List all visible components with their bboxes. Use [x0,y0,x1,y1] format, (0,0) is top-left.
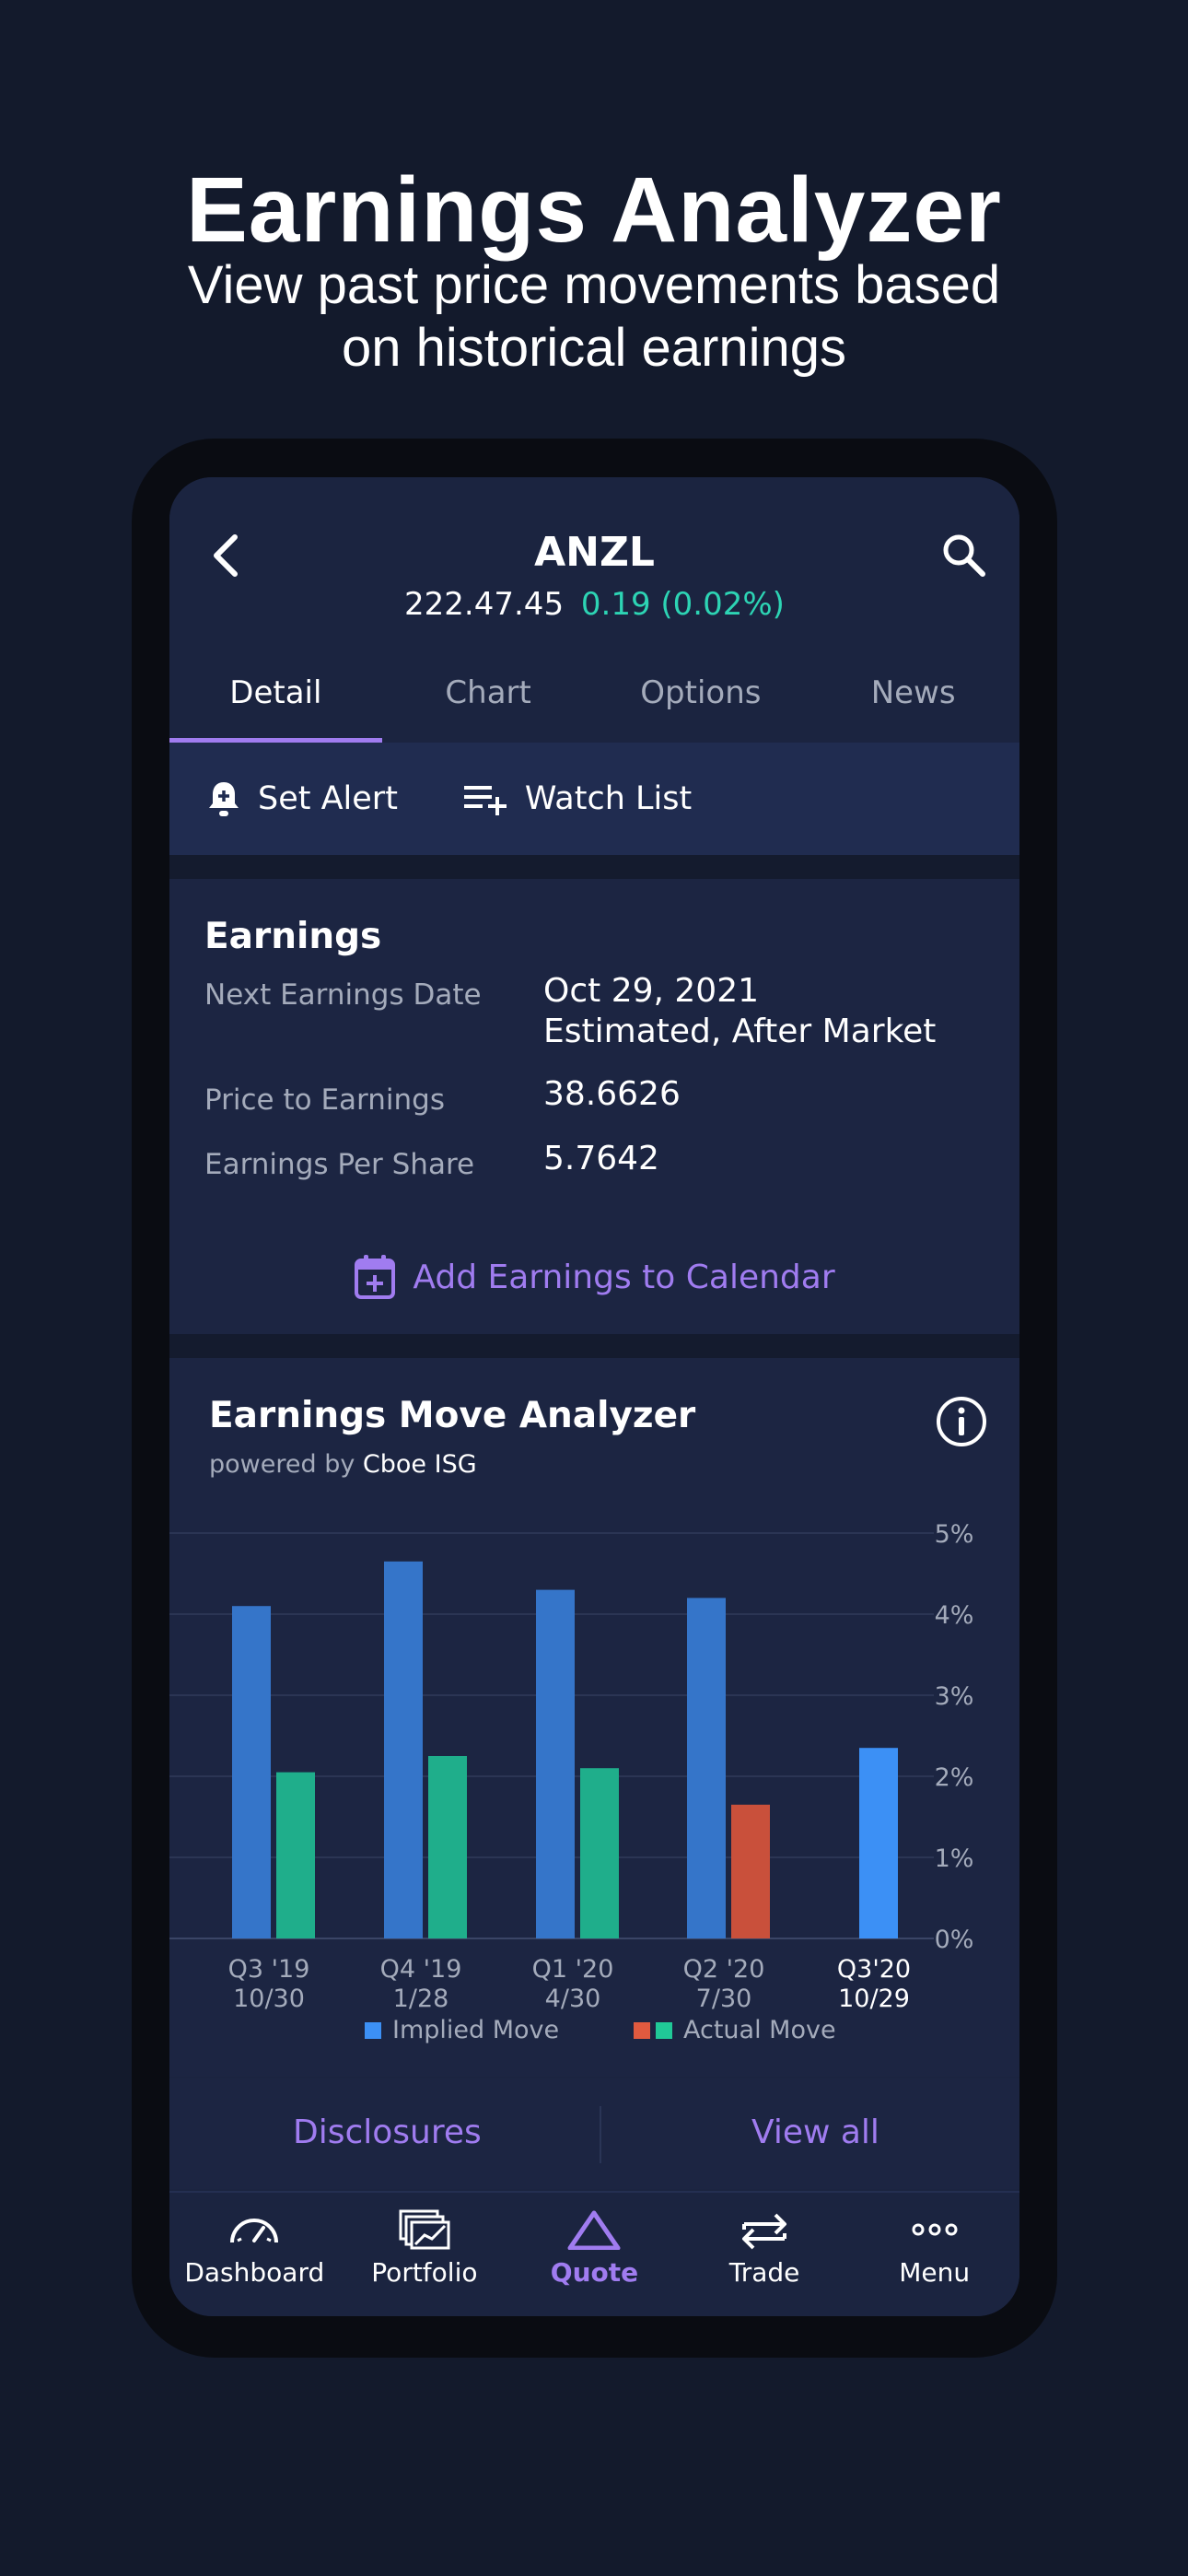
x-tick-label: Q3 '19 [228,1955,310,1984]
section-gap [169,1334,1019,1358]
view-all-link[interactable]: View all [751,2113,879,2151]
portfolio-icon [399,2209,450,2250]
add-earnings-calendar-label: Add Earnings to Calendar [413,1258,835,1296]
legend-implied: Implied Move [365,2016,559,2044]
set-alert-label: Set Alert [258,780,398,817]
x-tick-label: Q4 '19 [380,1955,462,1984]
actual-move-bar [428,1756,467,1938]
tab-options[interactable]: Options [595,652,808,743]
action-bar: Set Alert Watch List [169,743,1019,855]
tab-news[interactable]: News [807,652,1019,743]
implied-move-bar [687,1598,726,1938]
footer-links: Disclosures View all [169,2078,1019,2189]
x-tick-label: Q3'20 [837,1955,911,1984]
actual-move-bar [580,1768,619,1938]
legend-implied-label: Implied Move [392,2016,560,2044]
triangle-icon [567,2210,621,2250]
y-tick-label: 1% [935,1844,974,1873]
y-tick-label: 3% [935,1682,974,1711]
earnings-move-analyzer-card: Earnings Move Analyzer powered by Cboe I… [169,1358,1019,2077]
legend-implied-swatch [365,2021,381,2039]
watch-list-label: Watch List [524,780,693,817]
next-earnings-date: Oct 29, 2021 [543,972,759,1010]
app-screen: ANZL 222.47.45 0.19 (0.02%) Detail Chart… [169,477,1019,2316]
ticker-symbol: ANZL [534,529,655,576]
analyzer-title: Earnings Move Analyzer [209,1395,696,1436]
tab-chart[interactable]: Chart [382,652,595,743]
tabbar-quote[interactable]: Quote [509,2193,680,2316]
actual-move-bar [731,1804,770,1938]
legend-actual-label: Actual Move [683,2016,836,2044]
implied-move-bar [536,1589,575,1938]
more-dots-icon [912,2223,958,2236]
actual-move-bar [276,1772,315,1938]
earnings-move-chart: 5% 4% 3% 2% 1% 0% Q3 '1910/30 Q4 '191/28 Q1 '204… [169,1520,974,2012]
tabbar-menu[interactable]: Menu [849,2193,1019,2316]
tabbar-trade-label: Trade [728,2257,800,2288]
pe-value: 38.6626 [543,1075,681,1113]
hero-subtitle-line1: View past price movements based [187,255,1001,315]
next-earnings-label: Next Earnings Date [204,978,482,1012]
section-gap [169,855,1019,879]
x-tick-label: Q2 '20 [683,1955,765,1984]
tabbar-portfolio[interactable]: Portfolio [340,2193,510,2316]
price-change: 0.19 (0.02%) [580,586,785,623]
y-tick-label: 5% [935,1520,974,1549]
quote-header: ANZL 222.47.45 0.19 (0.02%) Detail Chart… [169,477,1019,744]
tab-detail[interactable]: Detail [169,652,382,743]
earnings-card: Earnings Next Earnings Date Oct 29, 2021… [169,879,1019,1220]
x-tick-date-label: 7/30 [696,1985,752,2012]
legend-actual: Actual Move [634,2016,836,2044]
x-tick-date-label: 4/30 [545,1985,601,2012]
eps-value: 5.7642 [543,1140,659,1177]
x-tick-label: Q1 '20 [532,1955,614,1984]
last-price: 222.47.45 [404,586,565,623]
quote-tabs: Detail Chart Options News [169,652,1019,743]
info-icon[interactable] [935,1395,988,1448]
bell-plus-icon [209,782,239,816]
tabbar-dashboard[interactable]: Dashboard [169,2193,340,2316]
calendar-plus-icon [355,1255,396,1299]
x-tick-date-label: 10/29 [838,1985,910,2012]
hero-title: Earnings Analyzer [186,158,1002,262]
next-earnings-note: Estimated, After Market [543,1013,937,1050]
footer-divider [600,2106,601,2163]
x-tick-date-label: 1/28 [393,1985,449,2012]
y-tick-label: 0% [935,1926,974,1954]
next-earnings-value: Oct 29, 2021 Estimated, After Market [543,971,936,1052]
implied-move-bar [859,1748,898,1938]
watch-list-button[interactable]: Watch List [462,780,692,817]
set-alert-button[interactable]: Set Alert [206,779,398,818]
disclosures-link[interactable]: Disclosures [293,2113,482,2151]
legend-actual-down-swatch [634,2021,650,2039]
playlist-add-icon [463,786,507,815]
search-icon[interactable] [937,528,992,583]
tabbar-menu-label: Menu [899,2257,971,2288]
y-tick-label: 2% [935,1763,974,1792]
eps-label: Earnings Per Share [204,1148,475,1181]
tabbar-quote-label: Quote [550,2257,639,2288]
implied-move-bar [384,1561,423,1938]
earnings-title: Earnings [204,916,382,957]
bottom-tab-bar: Dashboard Portfolio Quote Trade Menu [169,2191,1019,2316]
speedometer-icon [230,2219,279,2243]
y-tick-label: 4% [935,1601,974,1630]
add-earnings-calendar-link[interactable]: Add Earnings to Calendar [169,1220,1019,1334]
implied-move-bar [232,1606,271,1938]
legend-actual-up-swatch [656,2021,672,2039]
tabbar-dashboard-label: Dashboard [184,2257,325,2288]
price-line: 222.47.45 0.19 (0.02%) [169,586,1019,623]
hero-subtitle: View past price movements based on histo… [0,254,1188,380]
tabbar-trade[interactable]: Trade [680,2193,850,2316]
x-tick-date-label: 10/30 [233,1985,305,2012]
pe-label: Price to Earnings [204,1083,445,1117]
hero-subtitle-line2: on historical earnings [341,318,847,378]
swap-arrows-icon [742,2213,787,2250]
tabbar-portfolio-label: Portfolio [371,2257,478,2288]
